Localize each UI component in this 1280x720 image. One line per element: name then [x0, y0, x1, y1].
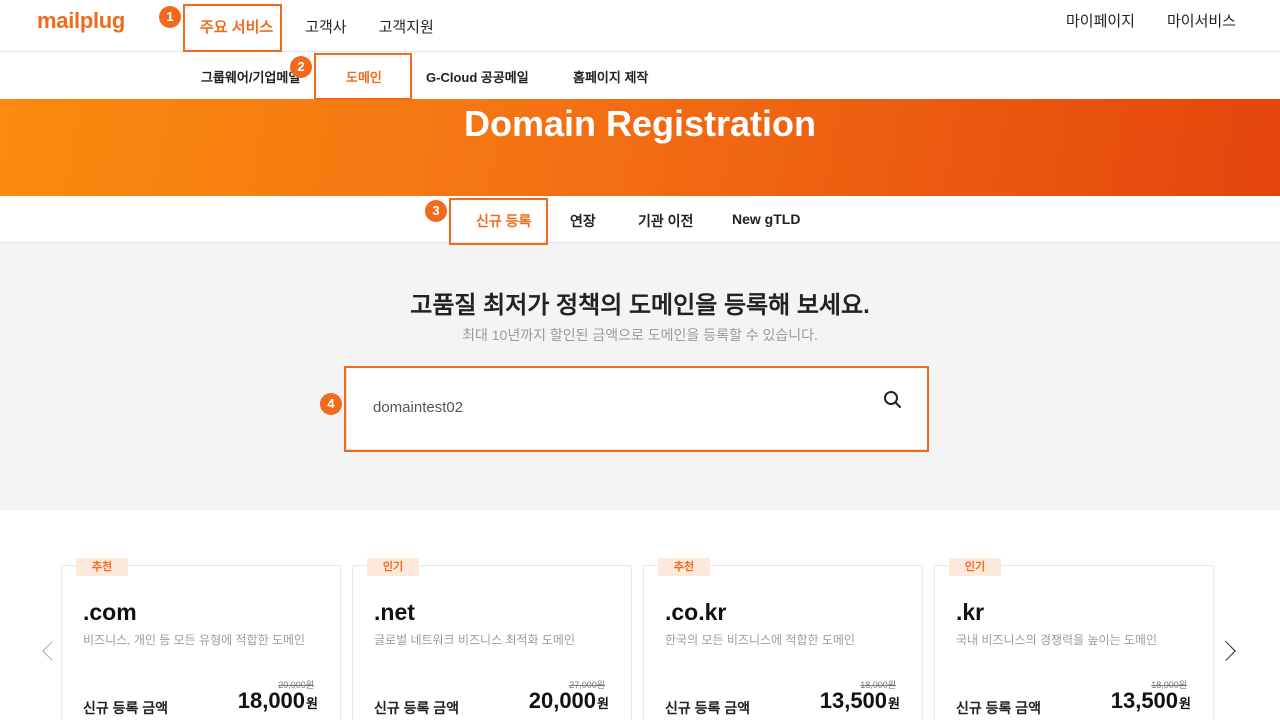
tab-renewal[interactable]: 연장 [570, 211, 596, 231]
tld-card-co-kr[interactable]: 추천 .co.kr 한국의 모든 비즈니스에 적합한 도메인 18,000원 신… [643, 558, 923, 720]
price-value: 13,500 [819, 688, 888, 713]
price-value: 20,000 [528, 688, 597, 713]
tab-new-gtld[interactable]: New gTLD [732, 211, 800, 227]
price-unit: 원 [597, 696, 609, 711]
tld-description: 비즈니스, 개인 등 모든 유형에 적합한 도메인 [83, 633, 306, 647]
price-unit: 원 [888, 696, 900, 711]
top-navigation: mailplug 주요 서비스 고객사 고객지원 마이페이지 마이서비스 [0, 0, 1280, 52]
domain-search-box [346, 367, 928, 450]
price: 13,500원 [1111, 688, 1191, 714]
price-value: 18,000 [237, 688, 306, 713]
menu-support[interactable]: 고객지원 [379, 16, 434, 37]
price-label: 신규 등록 금액 [665, 700, 751, 716]
menu-main-services[interactable]: 주요 서비스 [200, 16, 273, 37]
badge: 추천 [658, 558, 710, 576]
search-headline: 고품질 최저가 정책의 도메인을 등록해 보세요. [410, 292, 870, 319]
price: 18,000원 [238, 688, 318, 714]
subnav-homepage[interactable]: 홈페이지 제작 [573, 67, 648, 86]
tld-card-com[interactable]: 추천 .com 비즈니스, 개인 등 모든 유형에 적합한 도메인 20,000… [61, 558, 341, 720]
domain-search-input[interactable] [373, 392, 853, 422]
price-unit: 원 [306, 696, 318, 711]
subnav-domain[interactable]: 도메인 [346, 67, 382, 86]
my-services-link[interactable]: 마이서비스 [1167, 10, 1236, 31]
sub-navigation: 그룹웨어/기업메일 도메인 G-Cloud 공공메일 홈페이지 제작 [0, 52, 1280, 99]
my-page-link[interactable]: 마이페이지 [1066, 10, 1135, 31]
badge: 인기 [367, 558, 419, 576]
price-label: 신규 등록 금액 [374, 700, 460, 716]
price-label: 신규 등록 금액 [956, 700, 1042, 716]
subnav-gcloud[interactable]: G-Cloud 공공메일 [426, 67, 529, 86]
tld-card-kr[interactable]: 인기 .kr 국내 비즈니스의 경쟁력을 높이는 도메인 18,000원 신규 … [934, 558, 1214, 720]
tld-description: 국내 비즈니스의 경쟁력을 높이는 도메인 [956, 633, 1158, 647]
main-menu: 주요 서비스 고객사 고객지원 [200, 0, 434, 52]
tld-name: .net [374, 599, 415, 625]
subnav-groupware[interactable]: 그룹웨어/기업메일 [201, 67, 300, 86]
price: 20,000원 [529, 688, 609, 714]
search-section: 고품질 최저가 정책의 도메인을 등록해 보세요. 최대 10년까지 할인된 금… [0, 243, 1280, 510]
tld-description: 글로벌 네트워크 비즈니스 최적화 도메인 [374, 633, 576, 647]
price-label: 신규 등록 금액 [83, 700, 169, 716]
tld-name: .kr [956, 599, 985, 625]
user-menu: 마이페이지 마이서비스 [1066, 0, 1236, 40]
search-icon[interactable] [881, 388, 905, 412]
price-value: 13,500 [1110, 688, 1179, 713]
tld-name: .com [83, 599, 137, 625]
hero-title: Domain Registration [463, 103, 817, 144]
tld-card-net[interactable]: 인기 .net 글로벌 네트워크 비즈니스 최적화 도메인 27,000원 신규… [352, 558, 632, 720]
tld-description: 한국의 모든 비즈니스에 적합한 도메인 [665, 633, 855, 647]
badge: 추천 [76, 558, 128, 576]
badge: 인기 [949, 558, 1001, 576]
tab-transfer[interactable]: 기관 이전 [638, 211, 693, 231]
tld-name: .co.kr [665, 599, 727, 625]
search-subline: 최대 10년까지 할인된 금액으로 도메인을 등록할 수 있습니다. [462, 327, 818, 343]
price: 13,500원 [820, 688, 900, 714]
menu-clients[interactable]: 고객사 [305, 16, 346, 37]
domain-tabs: 신규 등록 연장 기관 이전 New gTLD [0, 196, 1280, 243]
tld-cards: 추천 .com 비즈니스, 개인 등 모든 유형에 적합한 도메인 20,000… [0, 510, 1280, 720]
tab-new-registration[interactable]: 신규 등록 [476, 211, 531, 231]
price-unit: 원 [1179, 696, 1191, 711]
hero-banner: Domain Registration [0, 99, 1280, 196]
mailplug-logo[interactable]: mailplug [37, 8, 125, 34]
